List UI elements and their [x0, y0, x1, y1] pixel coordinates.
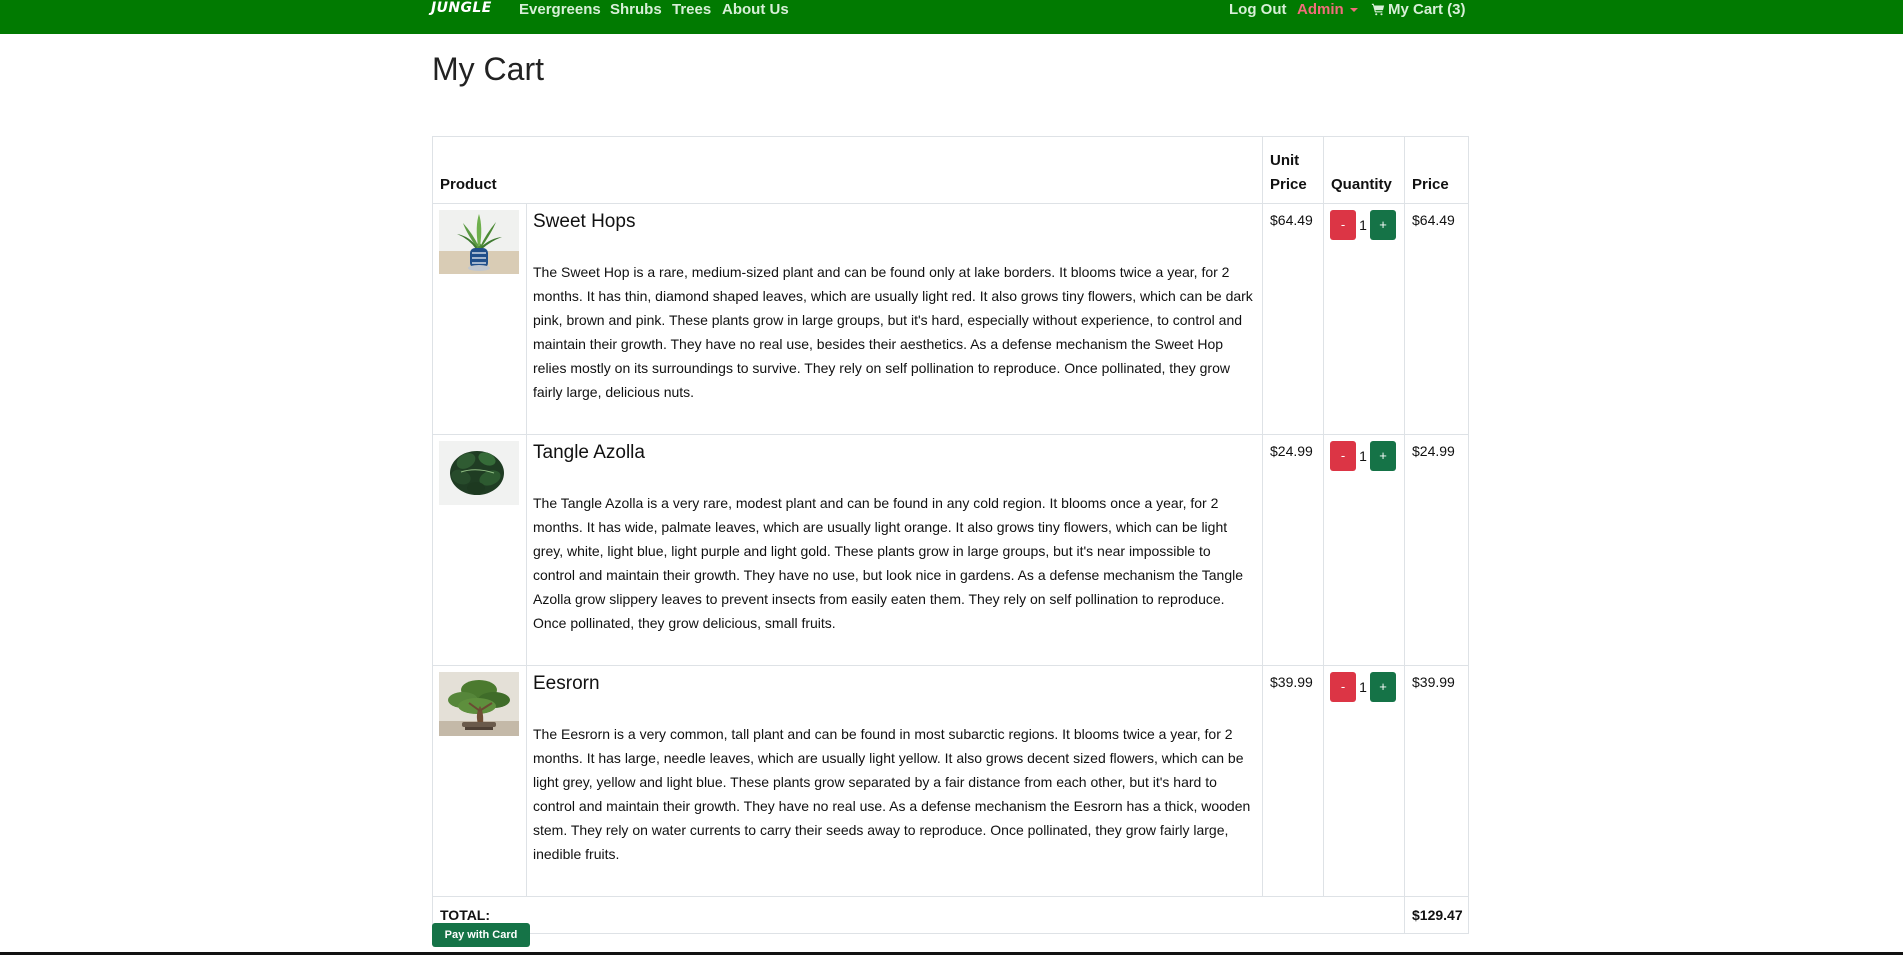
cart-table: Product Unit Price Quantity Price Sweet … — [431, 136, 1470, 934]
unit-price-value: $64.49 — [1262, 203, 1325, 435]
brand-logo-link[interactable]: JUNGLE — [431, 0, 492, 17]
unit-price-value: $24.99 — [1262, 434, 1325, 666]
cart-page: JUNGLE Evergreens Shrubs Trees About Us … — [0, 0, 1903, 955]
quantity-value: 1 — [1359, 679, 1367, 695]
product-description: The Tangle Azolla is a very rare, modest… — [533, 495, 1244, 631]
pay-with-card-button[interactable]: Pay with Card — [432, 923, 530, 947]
increase-quantity-button[interactable]: + — [1370, 441, 1397, 471]
product-name: Sweet Hops — [533, 211, 636, 232]
cart-total-row: TOTAL: $129.47 — [431, 896, 1470, 934]
shopping-cart-icon — [1371, 3, 1385, 16]
admin-dropdown-toggle[interactable]: Admin — [1297, 0, 1358, 19]
line-price-value: $24.99 — [1404, 434, 1470, 666]
nav-link-evergreens[interactable]: Evergreens — [519, 0, 601, 19]
bonsai-tree-image — [439, 672, 519, 736]
quantity-value: 1 — [1359, 448, 1367, 464]
product-details-cell: Tangle Azolla The Tangle Azolla is a ver… — [525, 434, 1264, 666]
product-description: The Sweet Hop is a rare, medium-sized pl… — [533, 264, 1253, 400]
decrease-quantity-button[interactable]: - — [1330, 441, 1357, 471]
unit-price-header-line-1: Unit — [1270, 152, 1300, 169]
product-image-cell — [432, 203, 527, 435]
total-label: TOTAL: — [431, 896, 1406, 934]
unit-price-column-header: Unit Price — [1262, 136, 1325, 204]
leafy-plant-image — [439, 441, 519, 505]
cart-item-row: Sweet Hops The Sweet Hop is a rare, medi… — [432, 203, 1470, 435]
product-image-cell — [432, 665, 527, 897]
product-image-cell — [432, 434, 527, 666]
unit-price-header-line-2: Price — [1270, 176, 1307, 193]
product-details-cell: Sweet Hops The Sweet Hop is a rare, medi… — [525, 203, 1264, 435]
chevron-down-icon — [1350, 8, 1358, 12]
total-value: $129.47 — [1404, 896, 1470, 934]
price-column-header: Price — [1404, 136, 1470, 204]
product-name: Tangle Azolla — [533, 442, 645, 463]
nav-link-shrubs[interactable]: Shrubs — [610, 0, 662, 19]
admin-label: Admin — [1297, 1, 1344, 18]
nav-link-trees[interactable]: Trees — [672, 0, 711, 19]
quantity-value: 1 — [1359, 217, 1367, 233]
my-cart-link[interactable]: My Cart (3) — [1371, 0, 1466, 19]
page-title: My Cart — [432, 51, 544, 87]
my-cart-label: My Cart (3) — [1388, 1, 1466, 18]
table-header-row: Product Unit Price Quantity Price — [431, 136, 1470, 204]
product-name: Eesrorn — [533, 673, 600, 694]
decrease-quantity-button[interactable]: - — [1330, 672, 1357, 702]
product-details-cell: Eesrorn The Eesrorn is a very common, ta… — [525, 665, 1264, 897]
increase-quantity-button[interactable]: + — [1370, 672, 1397, 702]
increase-quantity-button[interactable]: + — [1370, 210, 1397, 240]
quantity-controls: -1 + — [1323, 203, 1406, 435]
top-navigation-bar: JUNGLE Evergreens Shrubs Trees About Us … — [0, 0, 1903, 34]
product-description: The Eesrorn is a very common, tall plant… — [533, 726, 1251, 862]
unit-price-value: $39.99 — [1262, 665, 1325, 897]
nav-link-about-us[interactable]: About Us — [722, 0, 789, 19]
line-price-value: $39.99 — [1404, 665, 1470, 897]
potted-plant-image — [439, 210, 519, 274]
logout-link[interactable]: Log Out — [1229, 0, 1286, 19]
quantity-controls: -1 + — [1323, 434, 1406, 666]
cart-item-row: Tangle Azolla The Tangle Azolla is a ver… — [432, 434, 1470, 666]
quantity-controls: -1 + — [1323, 665, 1406, 897]
cart-item-row: Eesrorn The Eesrorn is a very common, ta… — [432, 665, 1470, 897]
quantity-column-header: Quantity — [1323, 136, 1406, 204]
product-column-header: Product — [431, 136, 1264, 204]
decrease-quantity-button[interactable]: - — [1330, 210, 1357, 240]
line-price-value: $64.49 — [1404, 203, 1470, 435]
